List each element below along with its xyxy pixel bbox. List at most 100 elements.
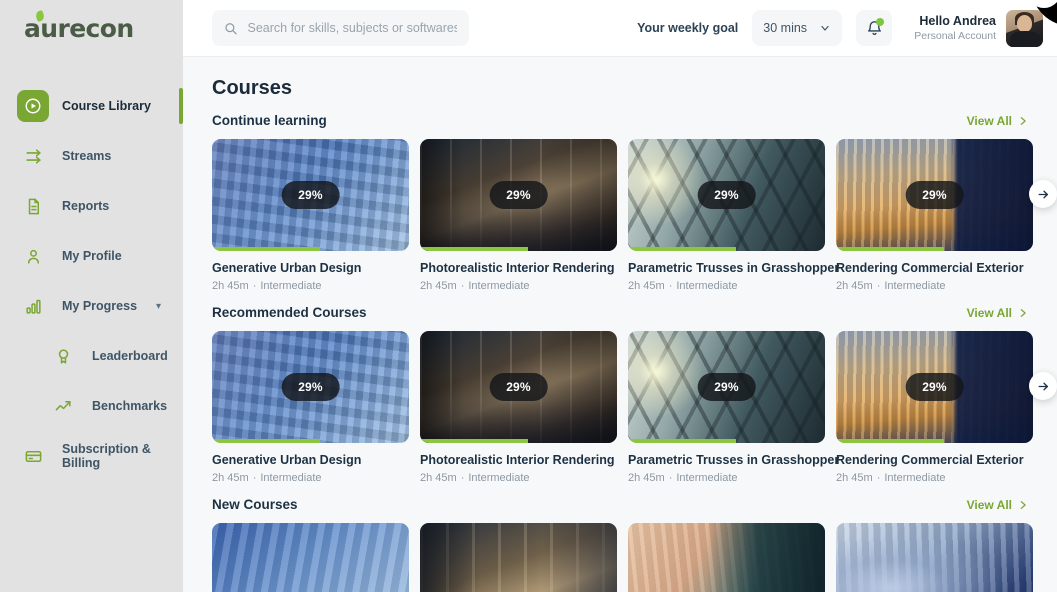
course-progress-badge: 29% (697, 181, 756, 209)
chevron-down-icon (819, 22, 831, 34)
course-card[interactable] (420, 523, 617, 592)
section-header: Recommended Courses View All (212, 305, 1057, 320)
course-thumbnail[interactable]: 29% (212, 331, 409, 443)
sidebar-item-label: My Progress (62, 299, 137, 313)
sidebar-item-leaderboard[interactable]: Leaderboard (0, 331, 183, 381)
course-thumbnail[interactable] (212, 523, 409, 592)
course-level: Intermediate (884, 472, 945, 484)
section-title: Recommended Courses (212, 305, 367, 320)
header-right-cluster: Your weekly goal 30 mins (637, 10, 1043, 47)
sidebar-item-my-progress[interactable]: My Progress ▾ (0, 281, 183, 331)
course-thumbnail[interactable]: 29% (420, 331, 617, 443)
course-thumbnail[interactable]: 29% (836, 331, 1033, 443)
chevron-down-icon[interactable]: ▾ (156, 301, 161, 312)
course-thumbnail-art (212, 523, 409, 592)
course-duration: 2h 45m (836, 472, 873, 484)
main-area: Your weekly goal 30 mins (183, 0, 1057, 592)
view-all-link[interactable]: View All (967, 306, 1028, 320)
course-title: Photorealistic Interior Rendering (420, 453, 617, 467)
play-circle-icon-wrap (17, 90, 49, 122)
section-title: New Courses (212, 497, 298, 512)
carousel-next-button[interactable] (1029, 372, 1057, 400)
course-thumbnail[interactable]: 29% (212, 139, 409, 251)
course-thumbnail[interactable]: 29% (628, 139, 825, 251)
sidebar-item-my-profile[interactable]: My Profile (0, 231, 183, 281)
user-icon (24, 247, 43, 266)
meta-separator: · (669, 280, 673, 292)
sidebar-item-label: Benchmarks (92, 399, 167, 413)
arrow-right-icon (1037, 188, 1050, 201)
course-thumbnail[interactable]: 29% (420, 139, 617, 251)
course-duration: 2h 45m (628, 280, 665, 292)
course-thumbnail-art (420, 523, 617, 592)
course-thumbnail[interactable] (420, 523, 617, 592)
sidebar-item-label: Streams (62, 149, 111, 163)
page-title: Courses (212, 77, 1057, 100)
view-all-link[interactable]: View All (967, 498, 1028, 512)
course-duration: 2h 45m (212, 472, 249, 484)
notifications-button[interactable] (856, 10, 892, 46)
course-card[interactable] (836, 523, 1033, 592)
leaf-accent-icon (35, 10, 46, 22)
course-progress-badge: 29% (281, 373, 340, 401)
shuffle-icon (24, 147, 43, 166)
course-progress-badge: 29% (905, 373, 964, 401)
course-card[interactable]: 29%Parametric Trusses in Grasshopper2h 4… (628, 139, 825, 292)
course-card[interactable]: 29%Generative Urban Design2h 45m·Interme… (212, 139, 409, 292)
medal-icon (54, 347, 73, 366)
section-continue-learning: Continue learningView All 29%Generative U… (212, 113, 1057, 292)
sidebar-item-streams[interactable]: Streams (0, 131, 183, 181)
sidebar-item-label: Reports (62, 199, 109, 213)
course-title: Parametric Trusses in Grasshopper (628, 453, 825, 467)
course-card[interactable] (212, 523, 409, 592)
view-all-label: View All (967, 114, 1012, 128)
bar-chart-icon-wrap (17, 290, 49, 322)
course-card[interactable]: 29%Rendering Commercial Exterior2h 45m·I… (836, 139, 1033, 292)
course-card[interactable] (628, 523, 825, 592)
course-progress-bar (420, 247, 528, 251)
course-meta: 2h 45m·Intermediate (628, 280, 825, 292)
search-input[interactable] (247, 21, 457, 35)
shuffle-icon-wrap (17, 140, 49, 172)
course-progress-badge: 29% (281, 181, 340, 209)
section-header: Continue learningView All (212, 113, 1057, 128)
search-box[interactable] (212, 10, 469, 46)
course-progress-badge: 29% (489, 373, 548, 401)
meta-separator: · (669, 472, 673, 484)
brand-logo[interactable]: aurecon (0, 0, 183, 57)
view-all-link[interactable]: View All (967, 114, 1028, 128)
course-row: 29%Generative Urban Design2h 45m·Interme… (212, 331, 1057, 484)
course-duration: 2h 45m (212, 280, 249, 292)
user-greeting: Hello Andrea (914, 14, 996, 28)
course-thumbnail[interactable] (836, 523, 1033, 592)
course-card[interactable]: 29%Generative Urban Design2h 45m·Interme… (212, 331, 409, 484)
course-meta: 2h 45m·Intermediate (420, 280, 617, 292)
trend-up-icon (54, 397, 73, 416)
meta-separator: · (461, 472, 465, 484)
avatar[interactable] (1006, 10, 1043, 47)
sidebar-item-course-library[interactable]: Course Library (0, 81, 183, 131)
course-meta: 2h 45m·Intermediate (212, 280, 409, 292)
course-thumbnail-art (836, 523, 1033, 592)
weekly-goal-select[interactable]: 30 mins (752, 10, 842, 46)
course-card[interactable]: 29%Parametric Trusses in Grasshopper2h 4… (628, 331, 825, 484)
sidebar-item-label: My Profile (62, 249, 122, 263)
meta-separator: · (877, 472, 881, 484)
course-thumbnail[interactable]: 29% (628, 331, 825, 443)
course-thumbnail[interactable] (628, 523, 825, 592)
chevron-right-icon (1018, 116, 1028, 126)
sidebar-item-subscription-billing[interactable]: Subscription & Billing (0, 431, 183, 481)
sidebar-item-benchmarks[interactable]: Benchmarks (0, 381, 183, 431)
course-card[interactable]: 29%Photorealistic Interior Rendering2h 4… (420, 139, 617, 292)
course-card[interactable]: 29%Photorealistic Interior Rendering2h 4… (420, 331, 617, 484)
arrow-right-icon (1037, 380, 1050, 393)
user-menu[interactable]: Hello Andrea Personal Account (914, 10, 1043, 47)
carousel-next-button[interactable] (1029, 180, 1057, 208)
course-card[interactable]: 29%Rendering Commercial Exterior2h 45m·I… (836, 331, 1033, 484)
course-meta: 2h 45m ·Intermediate (836, 472, 1033, 484)
section-new-courses: New Courses View All (212, 497, 1057, 592)
sidebar-item-reports[interactable]: Reports (0, 181, 183, 231)
top-header: Your weekly goal 30 mins (183, 0, 1057, 57)
course-thumbnail[interactable]: 29% (836, 139, 1033, 251)
course-progress-bar (212, 247, 320, 251)
